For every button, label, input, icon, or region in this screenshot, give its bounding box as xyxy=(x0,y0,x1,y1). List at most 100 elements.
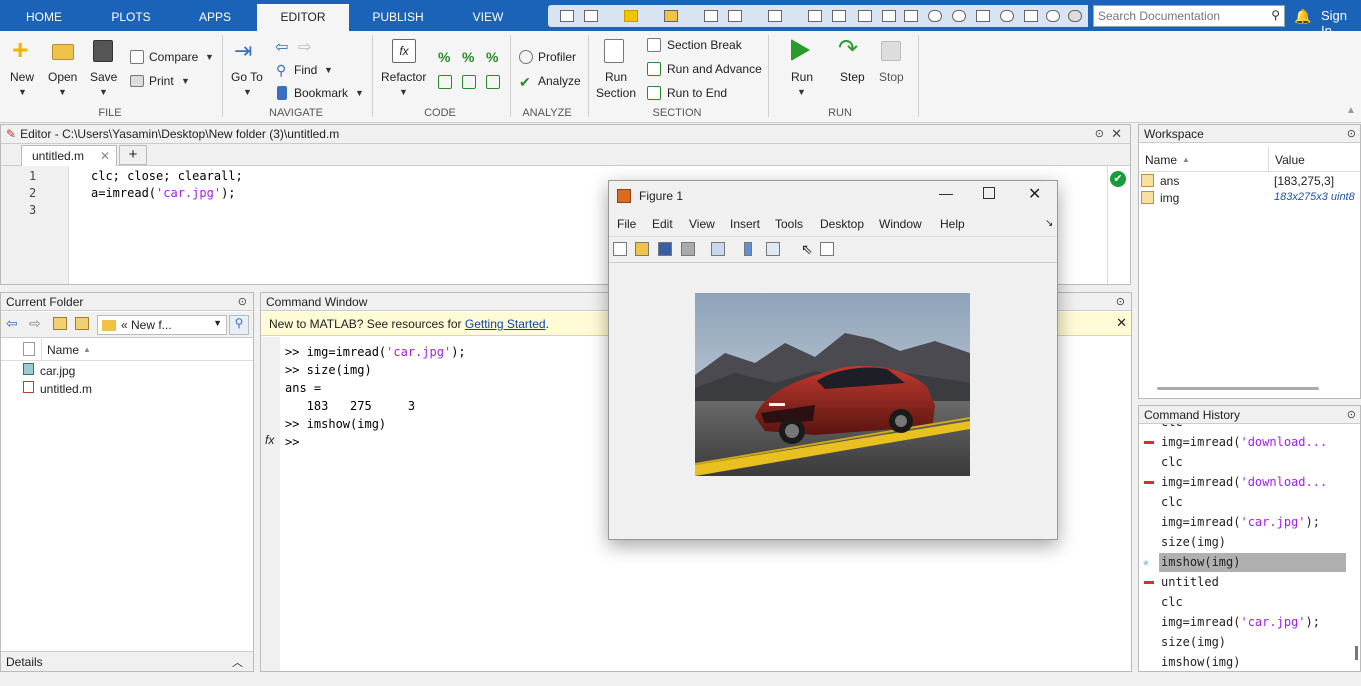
history-item[interactable]: size(img) xyxy=(1161,635,1226,649)
editor-menu-icon[interactable]: ⊙ xyxy=(1095,127,1104,140)
history-item[interactable]: img=imread('car.jpg'); xyxy=(1161,515,1320,529)
file-row[interactable]: untitled.m xyxy=(23,381,92,396)
command-prompt[interactable]: >> xyxy=(285,433,466,451)
open-file-icon[interactable] xyxy=(635,242,649,256)
history-item[interactable]: imshow(img) xyxy=(1161,655,1240,669)
search-folder-icon[interactable]: ⚲ xyxy=(229,315,249,335)
command-output[interactable]: >> img=imread('car.jpg'); >> size(img) a… xyxy=(285,343,466,451)
run-section-button[interactable]: Run xyxy=(605,70,627,84)
run-and-advance-button[interactable]: Run and Advance xyxy=(667,62,762,76)
forward-arrow-icon[interactable]: ⇨ xyxy=(298,37,311,57)
analyze-button[interactable]: Analyze xyxy=(538,74,581,88)
favorite-star-icon[interactable]: ★ xyxy=(1142,555,1150,570)
panel-menu-icon[interactable]: ⊙ xyxy=(1347,127,1356,140)
stop-button[interactable]: Stop xyxy=(879,70,904,84)
close-notice-icon[interactable]: ✕ xyxy=(1116,315,1127,331)
code-line-1[interactable]: clc; close; clearall; xyxy=(91,168,243,185)
print-icon[interactable] xyxy=(704,10,718,22)
panel-menu-icon[interactable]: ⊙ xyxy=(238,295,247,308)
tab-untitled-m[interactable]: untitled.m ✕ xyxy=(21,145,117,166)
folder-path-box[interactable]: « New f... ▼ xyxy=(97,315,227,335)
open-icon[interactable] xyxy=(664,10,678,22)
help-icon[interactable] xyxy=(1046,10,1060,22)
find-button[interactable]: Find xyxy=(294,63,317,77)
tab-editor[interactable]: EDITOR xyxy=(257,4,349,31)
file-row[interactable]: car.jpg xyxy=(23,363,75,378)
bell-icon[interactable]: 🔔 xyxy=(1294,8,1311,25)
code-area[interactable]: clc; close; clearall; a=imread('car.jpg'… xyxy=(91,168,243,219)
close-window-icon[interactable]: ✕ xyxy=(1028,184,1041,204)
search-documentation-input[interactable]: Search Documentation ⚲ xyxy=(1093,5,1285,27)
uncomment-icon[interactable]: % xyxy=(462,49,474,65)
edit-icon[interactable] xyxy=(584,10,598,22)
export-icon[interactable] xyxy=(808,10,822,22)
name-column-header[interactable]: Name xyxy=(47,343,79,357)
goto-dropdown-icon[interactable]: ▼ xyxy=(243,87,252,97)
history-item[interactable]: clc xyxy=(1161,595,1183,609)
print-preview-icon[interactable] xyxy=(976,10,990,22)
figure-menu-edit[interactable]: Edit xyxy=(652,217,673,231)
code-analyzer-ok-icon[interactable]: ✔ xyxy=(1110,171,1126,187)
figure-menu-desktop[interactable]: Desktop xyxy=(820,217,864,231)
collapse-ribbon-icon[interactable]: ▲ xyxy=(1346,105,1356,116)
back-arrow-icon[interactable]: ⇦ xyxy=(275,37,288,57)
refactor-dropdown-icon[interactable]: ▼ xyxy=(399,87,408,97)
tab-apps[interactable]: APPS xyxy=(184,4,246,31)
section-break-button[interactable]: Section Break xyxy=(667,38,742,52)
code-line-3[interactable] xyxy=(91,202,243,219)
history-item[interactable]: img=imread('car.jpg'); xyxy=(1161,615,1320,629)
bookmark-button[interactable]: Bookmark xyxy=(294,86,348,100)
colorbar-icon[interactable] xyxy=(744,242,752,256)
function-browser-fx-icon[interactable]: fx xyxy=(265,433,274,447)
horizontal-scrollbar[interactable] xyxy=(1157,387,1319,390)
history-item[interactable]: clc xyxy=(1161,455,1183,469)
figure-menu-view[interactable]: View xyxy=(689,217,715,231)
profiler-button[interactable]: Profiler xyxy=(538,50,576,64)
zoom-icon[interactable] xyxy=(1000,10,1014,22)
compare-button[interactable]: Compare xyxy=(149,50,198,64)
wrap-comments-icon[interactable]: % xyxy=(486,49,498,65)
close-tab-icon[interactable]: ✕ xyxy=(100,149,110,163)
panel-menu-icon[interactable]: ⊙ xyxy=(1347,408,1356,421)
tab-home[interactable]: HOME xyxy=(12,4,76,31)
value-column-header[interactable]: Value xyxy=(1275,153,1305,167)
figure-menu-tools[interactable]: Tools xyxy=(775,217,803,231)
open-dropdown-icon[interactable]: ▼ xyxy=(58,87,67,97)
bookmark-dropdown-icon[interactable]: ▼ xyxy=(355,88,364,98)
panel-menu-icon[interactable]: ⊙ xyxy=(1116,295,1125,308)
property-inspector-icon[interactable] xyxy=(820,242,834,256)
path-dropdown-icon[interactable]: ▼ xyxy=(213,318,222,328)
save-button[interactable]: Save xyxy=(90,70,117,84)
new-dropdown-icon[interactable]: ▼ xyxy=(18,87,27,97)
sort-asc-icon[interactable]: ▲ xyxy=(1182,155,1190,164)
figure-menu-help[interactable]: Help xyxy=(940,217,965,231)
publish-icon[interactable] xyxy=(768,10,782,22)
browse-folder-icon[interactable] xyxy=(75,317,89,330)
comment-icon[interactable]: % xyxy=(438,49,450,65)
find-dropdown-icon[interactable]: ▼ xyxy=(324,65,333,75)
sort-asc-icon[interactable]: ▲ xyxy=(83,345,91,354)
cut-icon[interactable] xyxy=(858,10,872,22)
new-button[interactable]: New xyxy=(10,70,34,84)
search-icon[interactable]: ⚲ xyxy=(1271,8,1280,22)
name-column-header[interactable]: Name xyxy=(1145,153,1177,167)
tab-view[interactable]: VIEW xyxy=(460,4,516,31)
compare-dropdown-icon[interactable]: ▼ xyxy=(205,52,214,62)
save-figure-icon[interactable] xyxy=(658,242,672,256)
history-item[interactable]: img=imread('download... xyxy=(1161,435,1327,449)
open-button[interactable]: Open xyxy=(48,70,77,84)
history-item[interactable]: clc xyxy=(1161,495,1183,509)
save-icon[interactable] xyxy=(832,10,846,22)
code-line-2[interactable]: a=imread('car.jpg'); xyxy=(91,185,243,202)
workspace-var-row[interactable]: ans [183,275,3] xyxy=(1141,173,1357,190)
figure-menu-file[interactable]: File xyxy=(617,217,636,231)
tab-publish[interactable]: PUBLISH xyxy=(362,4,434,31)
save-dropdown-icon[interactable]: ▼ xyxy=(99,87,108,97)
minimize-icon[interactable]: — xyxy=(939,185,953,201)
link-plot-icon[interactable] xyxy=(711,242,725,256)
print-dropdown-icon[interactable]: ▼ xyxy=(181,76,190,86)
forward-icon[interactable]: ⇨ xyxy=(29,315,41,332)
run-to-end-button[interactable]: Run to End xyxy=(667,86,727,100)
figure-window[interactable]: Figure 1 — ✕ File Edit View Insert Tools… xyxy=(608,180,1058,540)
workspace-var-row[interactable]: img 183x275x3 uint8 xyxy=(1141,190,1357,207)
